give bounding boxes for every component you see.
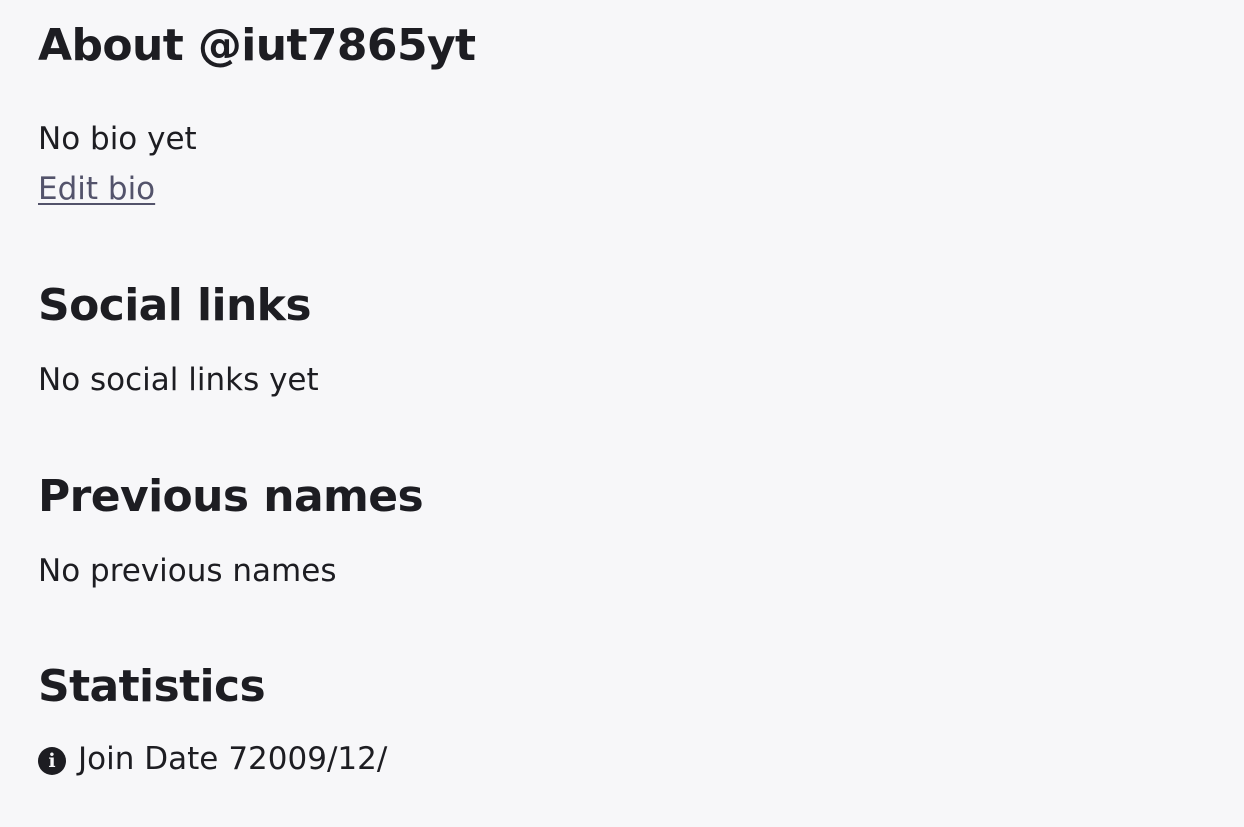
join-date-value: 72009/12/ [228,741,388,777]
join-date-label: Join Date [78,741,219,777]
previous-names-empty-text: No previous names [38,553,337,589]
bio-text: No bio yet [38,121,197,157]
social-links-heading: Social links [38,280,312,331]
previous-names-heading: Previous names [38,471,424,522]
statistics-heading: Statistics [38,661,266,712]
join-date-row: i Join Date 72009/12/ [38,744,387,775]
about-heading: About @iut7865yt [38,20,476,71]
edit-bio-link[interactable]: Edit bio [38,174,155,205]
profile-about-panel: About @iut7865yt No bio yet Edit bio Soc… [38,0,1218,827]
social-links-empty-text: No social links yet [38,362,319,398]
info-icon: i [38,747,66,775]
